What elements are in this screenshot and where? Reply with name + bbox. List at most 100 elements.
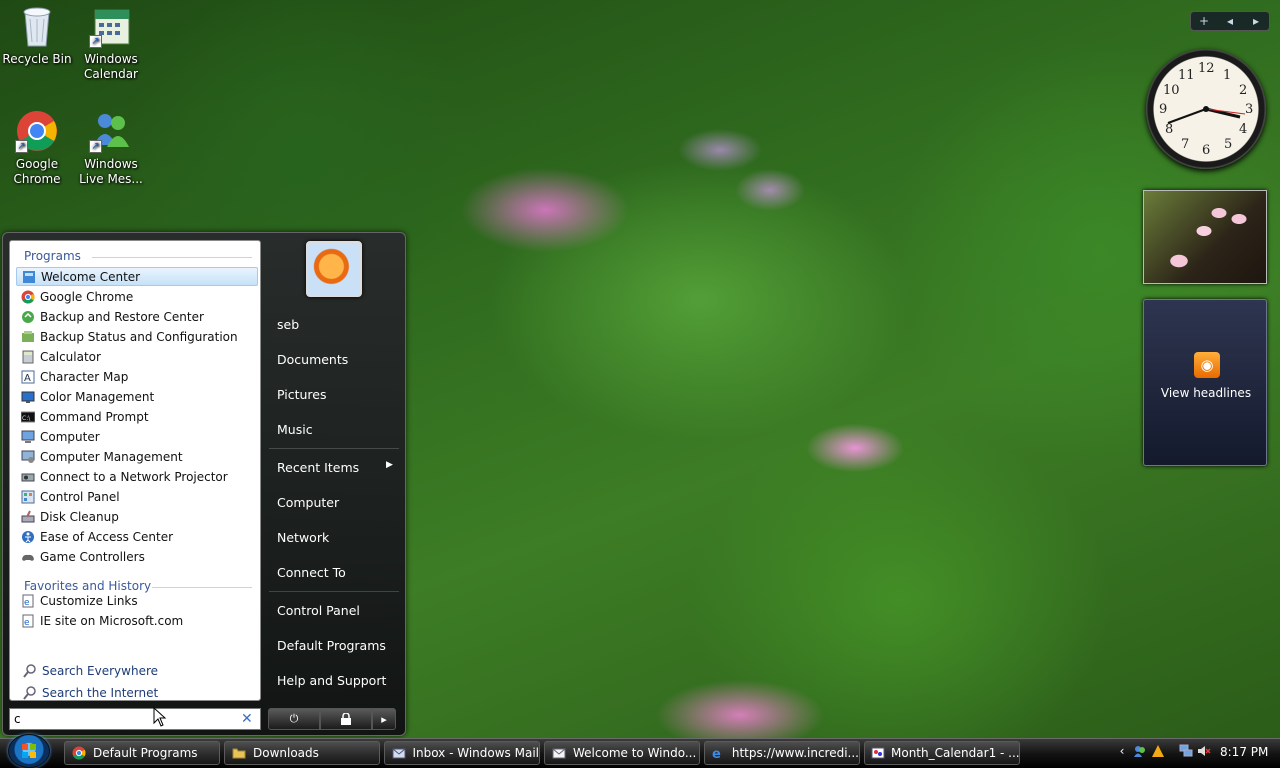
shortcut-arrow-icon: ↗ [15,140,28,153]
taskbar-button-label: https://www.incredi... [731,746,859,760]
network-projector-icon [20,469,36,485]
add-gadget-button[interactable]: + [1191,14,1217,28]
lock-icon [341,713,351,725]
start-right-item-connect-to[interactable]: Connect To [277,565,346,580]
desktop-icon-label: Windows Calendar [84,52,138,81]
taskbar-button-internet-explorer[interactable]: e https://www.incredi... [704,741,860,765]
calculator-icon [20,349,36,365]
taskbar-button-default-programs[interactable]: Default Programs [64,741,220,765]
windows-logo-icon [22,744,36,758]
desktop-icon-windows-live-messenger[interactable]: ↗ Windows Live Mes... [74,109,148,187]
start-right-item-pictures[interactable]: Pictures [277,387,327,402]
search-everywhere-link[interactable]: Search Everywhere [18,663,158,679]
taskbar-button-label: Downloads [253,746,319,760]
start-search-input[interactable] [9,708,261,730]
program-item-control-panel[interactable]: Control Panel [16,487,258,506]
sidebar-controls: + ◂ ▸ [1190,11,1270,31]
program-item-computer-management[interactable]: Computer Management [16,447,258,466]
program-item-ease-of-access[interactable]: Ease of Access Center [16,527,258,546]
search-icon [22,685,38,701]
svg-text:C:\: C:\ [22,415,31,422]
program-item-disk-cleanup[interactable]: Disk Cleanup [16,507,258,526]
clear-search-icon[interactable]: ✕ [241,711,253,727]
favorite-item-customize-links[interactable]: e Customize Links [16,591,258,610]
taskbar-button-downloads[interactable]: Downloads [224,741,380,765]
start-right-item-music[interactable]: Music [277,422,313,437]
svg-text:e: e [712,747,721,760]
program-label: Computer [40,429,100,444]
volume-muted-tray-icon[interactable] [1196,744,1212,760]
start-right-item-help-support[interactable]: Help and Support [277,673,386,688]
power-button[interactable]: ⏻ [268,708,320,730]
start-right-item-control-panel[interactable]: Control Panel [277,603,360,618]
previous-gadgets-button[interactable]: ◂ [1217,14,1243,28]
control-panel-icon [20,489,36,505]
taskbar-button-welcome-message[interactable]: Welcome to Windo... [544,741,700,765]
start-button[interactable] [8,734,50,768]
program-item-google-chrome[interactable]: Google Chrome [16,287,258,306]
desktop-icon-windows-calendar[interactable]: ↗ Windows Calendar [74,4,148,82]
network-tray-icon[interactable] [1178,744,1194,760]
svg-text:A: A [24,373,31,384]
slideshow-gadget[interactable] [1143,190,1267,284]
ie-page-icon: e [20,613,36,629]
program-item-backup-restore-center[interactable]: Backup and Restore Center [16,307,258,326]
taskbar-button-paint[interactable]: Month_Calendar1 - ... [864,741,1020,765]
lock-button[interactable] [320,708,372,730]
mail-message-icon [551,745,567,761]
taskbar-button-windows-mail[interactable]: Inbox - Windows Mail [384,741,540,765]
favorite-item-ie-site[interactable]: e IE site on Microsoft.com [16,611,258,630]
desktop-icon-label: Google Chrome [13,157,61,186]
view-headlines-label[interactable]: View headlines [1144,386,1268,400]
program-label: Welcome Center [41,269,141,284]
program-item-command-prompt[interactable]: C:\ Command Prompt [16,407,258,426]
desktop-icon-recycle-bin[interactable]: Recycle Bin [0,4,74,67]
welcome-center-icon [21,269,37,285]
backup-icon [20,309,36,325]
program-label: Command Prompt [40,409,149,424]
alert-tray-icon[interactable] [1150,744,1166,760]
program-item-network-projector[interactable]: Connect to a Network Projector [16,467,258,486]
program-item-welcome-center[interactable]: Welcome Center [16,267,258,286]
messenger-tray-icon[interactable] [1132,744,1148,760]
program-item-character-map[interactable]: A Character Map [16,367,258,386]
program-label: Google Chrome [40,289,134,304]
program-label: Disk Cleanup [40,509,119,524]
shortcut-arrow-icon: ↗ [89,35,102,48]
start-right-item-user[interactable]: seb [277,317,299,332]
start-right-item-recent-items[interactable]: Recent Items [277,460,359,475]
computer-management-icon [20,449,36,465]
feed-headlines-gadget[interactable]: ◉ View headlines [1143,299,1267,466]
program-item-calculator[interactable]: Calculator [16,347,258,366]
search-internet-link[interactable]: Search the Internet [18,685,158,701]
program-item-backup-status[interactable]: Backup Status and Configuration [16,327,258,346]
tray-clock[interactable]: 8:17 PM [1220,745,1268,759]
program-label: Ease of Access Center [40,529,174,544]
start-right-item-documents[interactable]: Documents [277,352,348,367]
color-management-icon [20,389,36,405]
start-right-item-computer[interactable]: Computer [277,495,339,510]
next-gadgets-button[interactable]: ▸ [1243,14,1269,28]
program-item-computer[interactable]: Computer [16,427,258,446]
taskbar-button-label: Inbox - Windows Mail [412,746,539,760]
desktop-icon-google-chrome[interactable]: ↗ Google Chrome [0,109,74,187]
show-hidden-icons-chevron-icon[interactable]: ‹ [1114,744,1130,760]
search-link-label: Search Everywhere [42,664,158,678]
program-label: Backup and Restore Center [40,309,204,324]
taskbar-button-label: Default Programs [93,746,198,760]
section-divider [92,257,252,258]
program-label: Control Panel [40,489,120,504]
right-pane-divider [269,448,399,449]
program-label: Game Controllers [40,549,145,564]
shutdown-options-button[interactable]: ▸ [372,708,396,730]
start-right-item-network[interactable]: Network [277,530,329,545]
svg-text:e: e [24,598,30,608]
clock-gadget[interactable]: 12 1 2 3 4 5 6 7 8 9 10 11 [1146,49,1266,169]
internet-explorer-icon: e [711,745,726,761]
ease-of-access-icon [20,529,36,545]
user-picture[interactable] [306,241,362,297]
program-item-game-controllers[interactable]: Game Controllers [16,547,258,566]
start-right-item-default-programs[interactable]: Default Programs [277,638,386,653]
computer-icon [20,429,36,445]
program-item-color-management[interactable]: Color Management [16,387,258,406]
